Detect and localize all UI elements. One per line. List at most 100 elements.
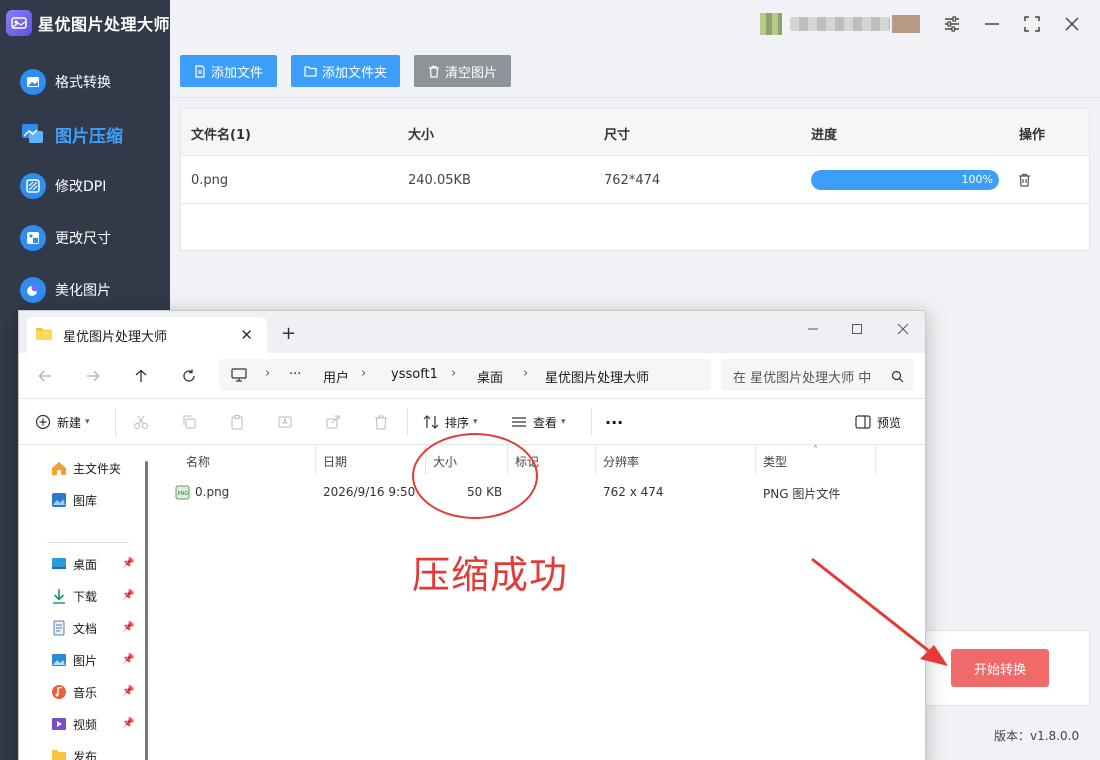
nav-downloads[interactable]: 下载 — [51, 585, 97, 607]
col-name[interactable]: 名称 — [186, 453, 210, 470]
file-type: PNG 图片文件 — [763, 487, 841, 501]
desktop-icon — [51, 556, 67, 572]
forward-icon[interactable] — [83, 366, 103, 386]
pin-icon[interactable]: 📌 — [122, 686, 134, 697]
rename-icon[interactable] — [275, 412, 295, 432]
sidebar-item-format-convert[interactable]: 格式转换 — [0, 60, 170, 104]
app-header: 星优图片处理大师 — [6, 6, 170, 40]
copy-icon[interactable] — [179, 412, 199, 432]
pin-icon[interactable]: 📌 — [122, 718, 134, 729]
document-icon — [51, 620, 67, 636]
divider — [47, 542, 129, 543]
username-blurred — [790, 17, 890, 31]
music-icon — [51, 684, 67, 700]
clear-images-button[interactable]: 清空图片 — [414, 55, 511, 87]
annotation-text: 压缩成功 — [412, 553, 569, 597]
nav-documents[interactable]: 文档 — [51, 617, 97, 639]
sidebar-item-resize[interactable]: 更改尺寸 — [0, 216, 170, 260]
search-placeholder: 在 星优图片处理大师 中 — [733, 371, 872, 386]
col-type[interactable]: 类型 — [763, 453, 787, 470]
avatar[interactable] — [760, 13, 782, 35]
add-file-button[interactable]: 添加文件 — [180, 55, 277, 87]
explorer-minimize-icon[interactable] — [803, 319, 823, 339]
trash-icon — [428, 65, 440, 78]
sort-button[interactable]: 排序 ▾ — [423, 411, 478, 433]
column-divider[interactable] — [875, 445, 876, 475]
new-label: 新建 — [57, 415, 82, 430]
search-box[interactable]: 在 星优图片处理大师 中 — [721, 359, 914, 391]
sidebar-item-label: 美化图片 — [55, 283, 111, 299]
back-icon[interactable] — [35, 366, 55, 386]
divider — [407, 409, 408, 435]
nav-gallery[interactable]: 图库 — [51, 489, 97, 511]
paste-icon[interactable] — [227, 412, 247, 432]
progress-bar: 100% — [811, 170, 999, 190]
start-convert-button[interactable]: 开始转换 — [951, 649, 1049, 687]
breadcrumb-users[interactable]: 用户 — [323, 367, 349, 386]
add-folder-label: 添加文件夹 — [321, 65, 387, 81]
explorer-tab[interactable]: 星优图片处理大师 ✕ — [27, 317, 267, 353]
close-icon[interactable] — [1060, 12, 1084, 36]
refresh-icon[interactable] — [179, 366, 199, 386]
nav-label: 文档 — [73, 621, 98, 636]
pin-icon[interactable]: 📌 — [122, 622, 134, 633]
new-tab-icon[interactable]: + — [281, 323, 296, 344]
address-bar[interactable]: › ··· › 用户 › yssoft1 › 桌面 › 星优图片处理大师 — [219, 359, 711, 391]
nav-desktop[interactable]: 桌面 — [51, 553, 97, 575]
explorer-maximize-icon[interactable] — [847, 319, 867, 339]
beautify-icon — [20, 277, 46, 303]
view-button[interactable]: 查看 ▾ — [511, 411, 566, 433]
more-options-button[interactable]: ··· — [605, 411, 623, 433]
user-badge — [892, 15, 920, 33]
search-icon[interactable] — [891, 368, 904, 387]
col-resolution[interactable]: 分辨率 — [603, 453, 639, 470]
col-date[interactable]: 日期 — [323, 453, 347, 470]
tab-close-icon[interactable]: ✕ — [240, 326, 253, 344]
delete-icon[interactable] — [371, 412, 391, 432]
sort-caret-icon: ˄ — [813, 445, 818, 456]
file-dimensions: 762*474 — [604, 173, 661, 188]
minimize-icon[interactable] — [980, 12, 1004, 36]
sidebar-item-image-compress[interactable]: 图片压缩 — [0, 112, 170, 156]
chevron-right-icon: › — [361, 366, 367, 381]
up-icon[interactable] — [131, 366, 151, 386]
chevron-down-icon: ▾ — [473, 417, 478, 427]
cut-icon[interactable] — [131, 412, 151, 432]
pin-icon[interactable]: 📌 — [122, 558, 134, 569]
add-folder-button[interactable]: 添加文件夹 — [291, 55, 400, 87]
breadcrumb-desktop[interactable]: 桌面 — [477, 367, 503, 386]
plus-circle-icon — [35, 414, 51, 430]
preview-button[interactable]: 预览 — [855, 411, 901, 433]
maximize-icon[interactable] — [1020, 12, 1044, 36]
version-label: 版本：v1.8.0.0 — [994, 729, 1080, 743]
breadcrumb-folder[interactable]: 星优图片处理大师 — [545, 367, 649, 386]
share-icon[interactable] — [323, 412, 343, 432]
col-dimensions: 尺寸 — [604, 128, 631, 143]
explorer-close-icon[interactable] — [893, 319, 913, 339]
nav-videos[interactable]: 视频 — [51, 713, 97, 735]
sidebar-item-dpi[interactable]: 修改DPI — [0, 164, 170, 208]
file-name[interactable]: 0.png — [195, 485, 229, 499]
pin-icon[interactable]: 📌 — [122, 654, 134, 665]
svg-text:PNG: PNG — [178, 491, 189, 497]
pin-icon[interactable]: 📌 — [122, 590, 134, 601]
column-divider[interactable] — [595, 445, 596, 475]
nav-label: 下载 — [73, 589, 98, 604]
new-button[interactable]: 新建 ▾ — [35, 411, 90, 433]
nav-scrollbar[interactable] — [145, 461, 148, 760]
nav-publish[interactable]: 发布 — [51, 745, 97, 760]
folder-icon — [35, 326, 53, 345]
settings-sliders-icon[interactable] — [940, 12, 964, 36]
column-divider[interactable] — [315, 445, 316, 475]
dpi-icon — [20, 173, 46, 199]
breadcrumb-more[interactable]: ··· — [289, 367, 301, 382]
nav-home[interactable]: 主文件夹 — [51, 457, 121, 479]
breadcrumb-user[interactable]: yssoft1 — [391, 367, 438, 382]
sort-label: 排序 — [445, 415, 470, 430]
delete-row-icon[interactable] — [1018, 172, 1031, 191]
column-divider[interactable] — [755, 445, 756, 475]
nav-music[interactable]: 音乐 — [51, 681, 97, 703]
nav-pictures[interactable]: 图片 — [51, 649, 97, 671]
table-row[interactable]: 0.png 240.05KB 762*474 100% — [181, 156, 1089, 204]
sidebar-item-beautify[interactable]: 美化图片 — [0, 268, 170, 312]
